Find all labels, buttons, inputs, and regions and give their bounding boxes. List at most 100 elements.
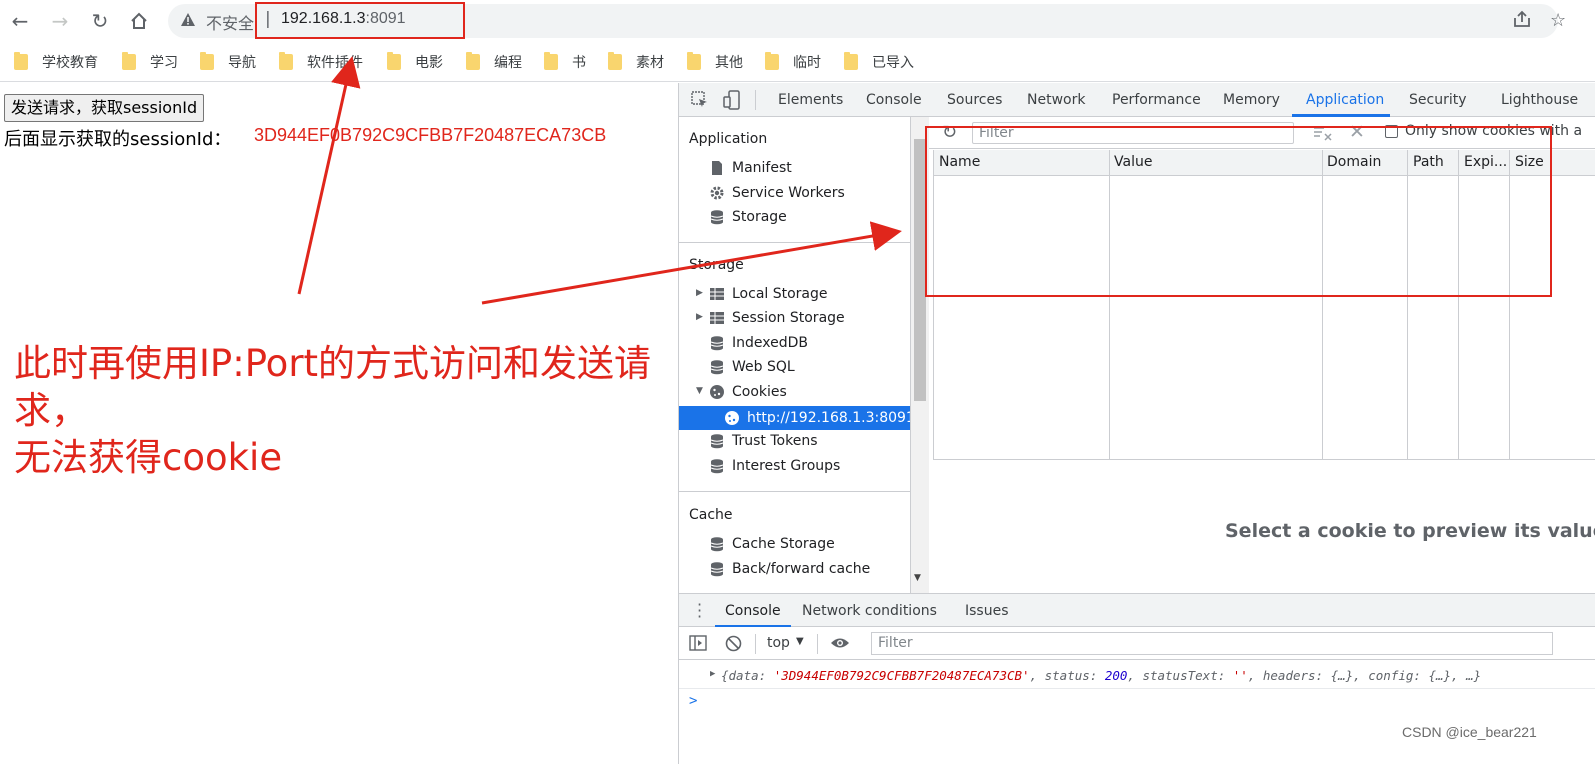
sidebar-item-label: Manifest (732, 160, 792, 176)
bookmark-label: 素材 (636, 55, 664, 71)
home-icon[interactable] (125, 8, 153, 34)
tab-lighthouse[interactable]: Lighthouse (1501, 92, 1578, 108)
sidebar-item-session-storage[interactable]: Session Storage (709, 307, 845, 329)
database-icon (710, 434, 724, 449)
annotation-line: 无法获得cookie (14, 436, 283, 479)
log-fragment: {data: (721, 668, 774, 683)
bookmark-label: 其他 (715, 55, 743, 71)
bookmark-label: 电影 (415, 55, 443, 71)
sidebar-item-indexeddb[interactable]: IndexedDB (709, 332, 808, 354)
drawer-tab-network-conditions[interactable]: Network conditions (802, 603, 937, 619)
database-icon (710, 336, 724, 351)
console-log-entry[interactable]: ▶ {data: '3D944EF0B792C9CFBB7F20487ECA73… (679, 661, 1595, 689)
clear-console-icon[interactable] (725, 635, 742, 656)
sidebar-toggle-icon[interactable] (689, 635, 707, 655)
folder-icon (687, 52, 701, 70)
sidebar-item-back-forward-cache[interactable]: Back/forward cache (709, 558, 870, 580)
folder-icon (14, 52, 28, 70)
bookmark-folder[interactable]: 导航 (200, 52, 256, 72)
share-icon[interactable] (1512, 10, 1532, 33)
sidebar-item-cache-storage[interactable]: Cache Storage (709, 533, 835, 555)
folder-icon (279, 52, 293, 70)
bookmark-folder[interactable]: 素材 (608, 52, 664, 72)
bookmark-folder[interactable]: 电影 (387, 52, 443, 72)
context-selector[interactable]: top (767, 635, 790, 651)
sidebar-item-trust-tokens[interactable]: Trust Tokens (709, 430, 817, 452)
sidebar-item-storage[interactable]: Storage (709, 206, 787, 228)
bookmark-folder[interactable]: 其他 (687, 52, 743, 72)
eye-icon[interactable] (830, 635, 850, 655)
bookmark-folder[interactable]: 编程 (466, 52, 522, 72)
expand-arrow-icon[interactable]: ▶ (696, 312, 703, 322)
tab-console[interactable]: Console (866, 92, 922, 108)
sidebar-item-cookie-origin[interactable]: http://192.168.1.3:8091 (679, 406, 910, 430)
expand-arrow-icon[interactable]: ▶ (696, 288, 703, 298)
bookmark-label: 软件插件 (307, 55, 363, 71)
bookmark-folder[interactable]: 软件插件 (279, 52, 363, 72)
url-highlight-box (255, 2, 465, 39)
annotation-line: 此时再使用IP:Port的方式访问和发送请求， (14, 342, 652, 432)
sidebar-item-label: IndexedDB (732, 335, 808, 351)
console-log-text: {data: '3D944EF0B792C9CFBB7F20487ECA73CB… (721, 668, 1481, 683)
bookmark-folder[interactable]: 书 (544, 52, 586, 72)
bookmark-folder[interactable]: 已导入 (844, 52, 914, 72)
inspect-element-icon[interactable] (691, 91, 709, 113)
scroll-down-icon[interactable]: ▼ (914, 573, 921, 583)
tab-sources[interactable]: Sources (947, 92, 1002, 108)
tab-performance[interactable]: Performance (1112, 92, 1201, 108)
expand-arrow-icon[interactable]: ▶ (710, 669, 715, 679)
folder-icon (844, 52, 858, 70)
sidebar-item-local-storage[interactable]: Local Storage (709, 283, 828, 305)
tab-security[interactable]: Security (1409, 92, 1467, 108)
bookmark-label: 学校教育 (42, 55, 98, 71)
bookmark-star-icon[interactable]: ☆ (1550, 10, 1566, 31)
security-status-label[interactable]: 不安全 (206, 10, 254, 34)
folder-icon (466, 52, 480, 70)
bookmark-folder[interactable]: 学习 (122, 52, 178, 72)
sidebar-item-interest-groups[interactable]: Interest Groups (709, 455, 840, 477)
tab-memory[interactable]: Memory (1223, 92, 1280, 108)
sidebar-item-label: Interest Groups (732, 458, 841, 474)
log-string-value: '' (1232, 668, 1248, 683)
send-request-button[interactable]: 发送请求，获取sessionId (4, 94, 205, 122)
bookmark-label: 临时 (793, 55, 821, 71)
console-filter-input[interactable]: Filter (871, 632, 1553, 655)
sidebar-item-label: Back/forward cache (732, 561, 871, 577)
session-id-label: 后面显示获取的sessionId： (4, 129, 232, 150)
sidebar-section-cache: Cache (689, 507, 733, 523)
sidebar-item-cookies[interactable]: Cookies (709, 381, 787, 403)
back-icon[interactable]: ← (6, 8, 34, 34)
reload-icon[interactable]: ↻ (86, 8, 114, 34)
device-toolbar-icon[interactable] (723, 90, 741, 114)
sidebar-section-storage: Storage (689, 257, 744, 273)
drawer-tab-issues[interactable]: Issues (965, 603, 1009, 619)
sidebar-item-web-sql[interactable]: Web SQL (709, 356, 795, 378)
bookmark-label: 编程 (494, 55, 522, 71)
table-icon (710, 312, 724, 324)
tab-network[interactable]: Network (1027, 92, 1085, 108)
sidebar-item-service-workers[interactable]: Service Workers (709, 182, 845, 204)
bookmark-folder[interactable]: 学校教育 (14, 52, 98, 72)
sidebar-item-label: Local Storage (732, 286, 828, 302)
collapse-arrow-icon[interactable]: ▼ (696, 386, 703, 396)
drawer-tab-console[interactable]: Console (725, 603, 781, 619)
bookmark-label: 导航 (228, 55, 256, 71)
bookmark-folder[interactable]: 临时 (765, 52, 821, 72)
bookmark-label: 已导入 (872, 55, 914, 71)
console-prompt[interactable]: > (689, 693, 697, 709)
chevron-down-icon[interactable]: ▼ (796, 636, 804, 647)
sidebar-section-application: Application (689, 131, 768, 147)
forward-icon[interactable]: → (46, 8, 74, 34)
database-icon (710, 360, 724, 375)
sidebar-item-manifest[interactable]: Manifest (709, 157, 792, 179)
more-options-icon[interactable]: · · · (697, 597, 702, 625)
toolbar-divider (755, 90, 756, 110)
tab-application[interactable]: Application (1306, 92, 1384, 108)
devtools-tab-bar: Elements Console Sources Network Perform… (679, 83, 1595, 117)
warning-icon[interactable] (180, 12, 196, 28)
tab-elements[interactable]: Elements (778, 92, 843, 108)
cookie-icon (725, 411, 739, 425)
annotation-text: 此时再使用IP:Port的方式访问和发送请求， 无法获得cookie (14, 340, 714, 481)
file-icon (712, 161, 722, 175)
session-id-value: 3D944EF0B792C9CFBB7F20487ECA73CB (254, 125, 607, 145)
